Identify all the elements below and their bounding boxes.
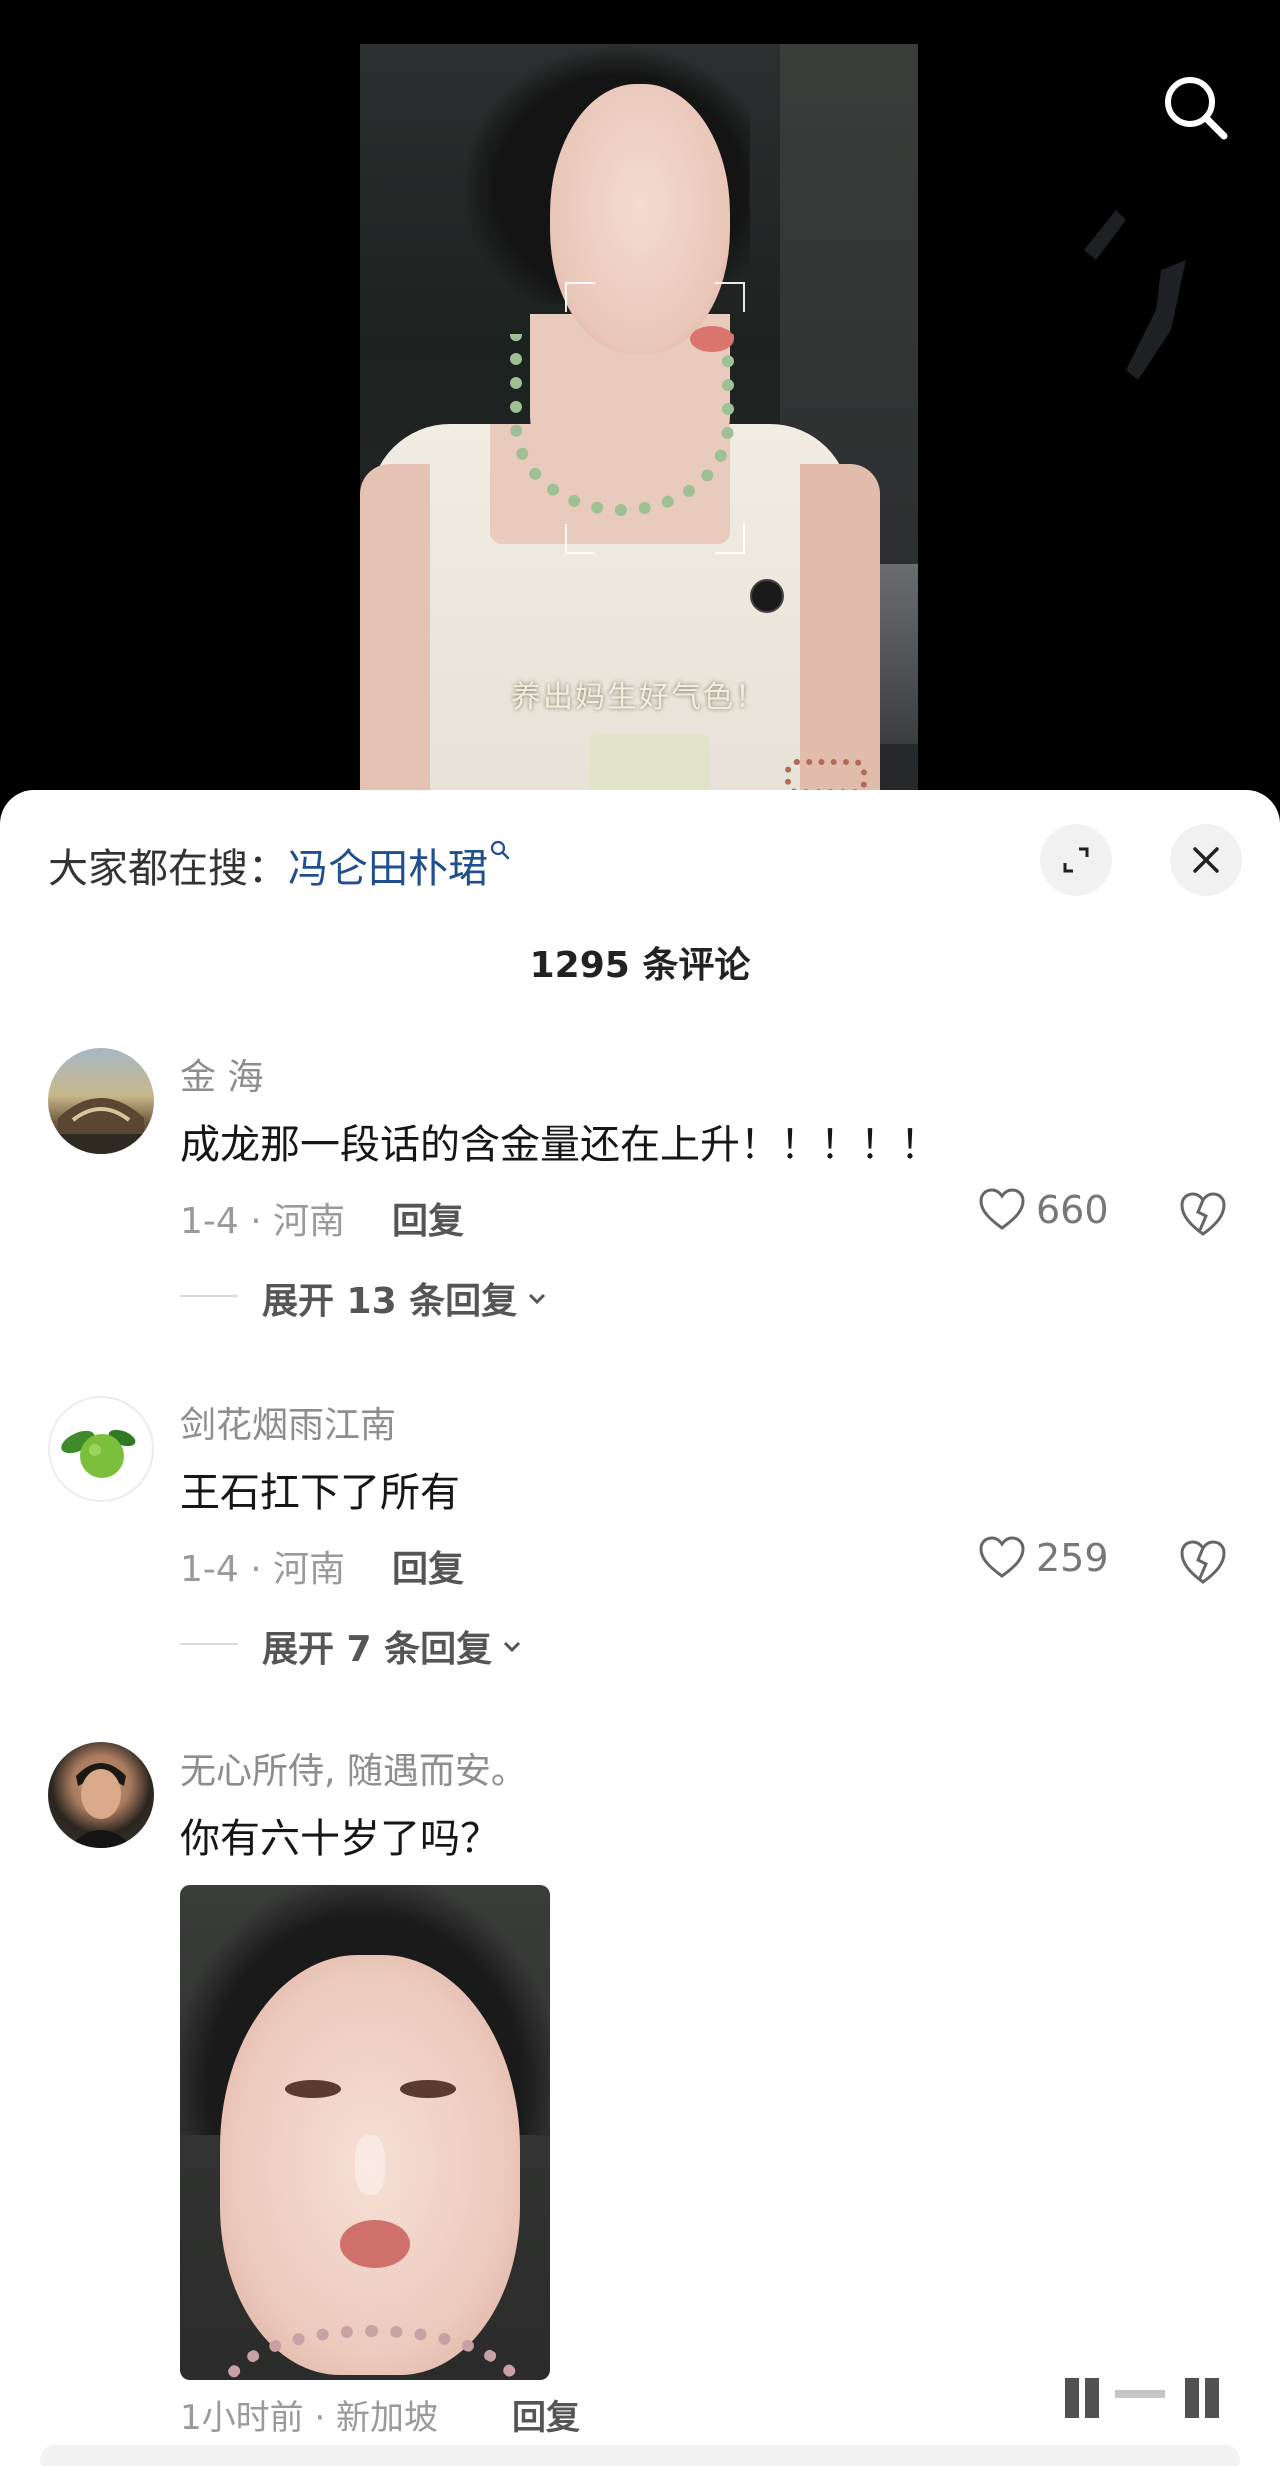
focus-corner — [565, 282, 595, 312]
close-icon — [1193, 847, 1219, 873]
avatar[interactable] — [48, 1742, 154, 1848]
reply-button[interactable]: 回复 — [392, 1540, 464, 1592]
search-icon — [490, 840, 510, 860]
video-mic — [750, 579, 784, 613]
video-arm-right — [800, 464, 880, 800]
comment-author[interactable]: 金 海 — [180, 1048, 263, 1100]
comment-meta: 1-4 · 河南 — [180, 1201, 346, 1242]
video-lips — [690, 326, 734, 352]
focus-corner — [715, 282, 745, 312]
heart-icon — [979, 1536, 1025, 1578]
chevron-down-icon — [529, 1293, 546, 1305]
comment-attached-image[interactable] — [180, 1885, 550, 2380]
hot-search-prefix: 大家都在搜： — [48, 846, 288, 892]
expand-replies-label: 展开 7 条回复 — [262, 1629, 493, 1670]
like-button[interactable]: 660 — [978, 1188, 1109, 1232]
comment-text: 王石扛下了所有 — [180, 1470, 460, 1516]
avatar-image — [68, 1763, 134, 1848]
video-face — [550, 84, 730, 354]
comment-author[interactable]: 无心所侍, 随遇而安。 — [180, 1742, 527, 1794]
comment-text: 你有六十岁了吗？ — [180, 1816, 500, 1862]
watermark-logo — [1065, 2378, 1219, 2418]
image-eye — [285, 2080, 341, 2098]
video-player[interactable]: 养出妈生好气色！ — [0, 0, 1280, 800]
focus-corner — [565, 524, 595, 554]
broken-heart-icon[interactable] — [1178, 1538, 1228, 1586]
comment-sheet: 大家都在搜：冯仑田朴珺 1295 条评论 金 海 成龙那一段话的含金量还在上升！… — [0, 790, 1280, 2466]
avatar-image — [48, 1098, 154, 1154]
image-nose — [355, 2135, 385, 2195]
avatar-image — [61, 1429, 136, 1478]
video-frame: 养出妈生好气色！ — [360, 44, 918, 800]
expand-button[interactable] — [1040, 824, 1112, 896]
comment-author[interactable]: 剑花烟雨江南 — [180, 1396, 396, 1448]
like-button[interactable]: 259 — [978, 1536, 1109, 1580]
focus-corner — [715, 524, 745, 554]
chevron-down-icon — [504, 1641, 521, 1653]
expand-replies-button[interactable]: 展开 7 条回复 — [262, 1620, 524, 1672]
comment-count: 1295 条评论 — [529, 945, 751, 986]
reply-button[interactable]: 回复 — [512, 2390, 580, 2439]
comment-input-bar[interactable] — [40, 2445, 1240, 2466]
divider — [180, 1643, 238, 1645]
search-icon[interactable] — [1160, 72, 1230, 142]
comment-meta: 1-4 · 河南 — [180, 1549, 346, 1590]
image-lips — [340, 2220, 410, 2268]
video-arm-left — [360, 464, 430, 800]
video-caption: 养出妈生好气色！ — [511, 680, 767, 715]
close-button[interactable] — [1170, 824, 1242, 896]
expand-replies-label: 展开 13 条回复 — [262, 1281, 518, 1322]
avatar[interactable] — [48, 1396, 154, 1502]
like-count: 660 — [1036, 1188, 1109, 1232]
hot-search-keyword[interactable]: 冯仑田朴珺 — [288, 846, 488, 892]
broken-heart-icon[interactable] — [1178, 1190, 1228, 1238]
comment-meta: 1小时前 · 新加坡 — [180, 2398, 439, 2438]
divider — [180, 1295, 238, 1297]
avatar[interactable] — [48, 1048, 154, 1154]
background-shape — [1084, 210, 1186, 380]
comment-text: 成龙那一段话的含金量还在上升！！！！！ — [180, 1122, 940, 1168]
expand-icon — [1063, 847, 1089, 873]
video-necklace — [510, 334, 734, 516]
like-count: 259 — [1036, 1536, 1109, 1580]
heart-icon — [979, 1188, 1025, 1230]
reply-button[interactable]: 回复 — [392, 1192, 464, 1244]
expand-replies-button[interactable]: 展开 13 条回复 — [262, 1272, 549, 1324]
hot-search-bar[interactable]: 大家都在搜：冯仑田朴珺 — [48, 836, 510, 894]
image-eye — [400, 2080, 456, 2098]
